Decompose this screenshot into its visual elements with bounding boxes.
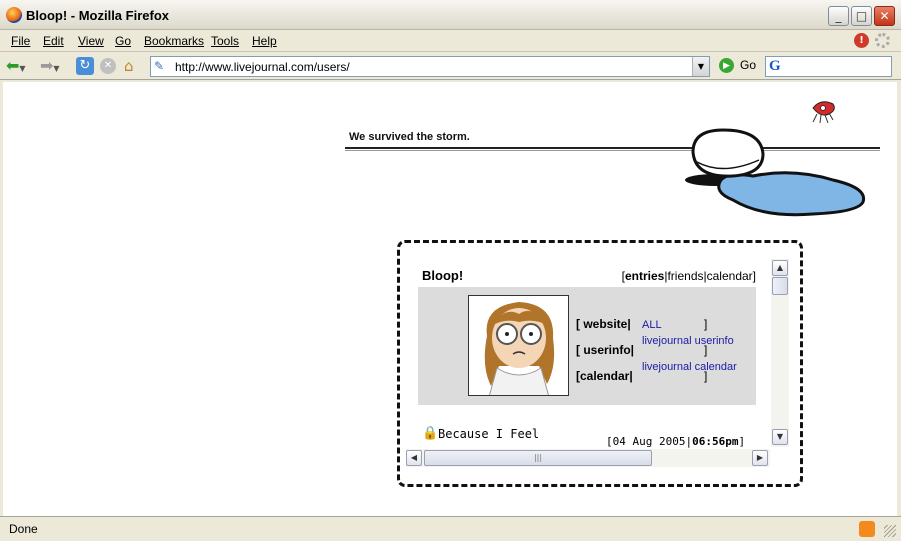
lock-icon: 🔒 bbox=[422, 426, 439, 441]
website-label: [ website| bbox=[576, 317, 631, 331]
userinfo-label: [ userinfo| bbox=[576, 343, 635, 357]
go-button[interactable]: ▶ Go bbox=[719, 58, 756, 74]
menu-view[interactable]: View bbox=[78, 34, 104, 48]
status-bar: Done bbox=[0, 516, 901, 541]
bracket-close: ] bbox=[704, 317, 708, 331]
window-border bbox=[897, 80, 901, 516]
menu-go[interactable]: Go bbox=[115, 34, 131, 48]
back-arrow-icon[interactable]: ⬅▼ bbox=[6, 57, 26, 75]
nav-bracket-close: ] bbox=[752, 269, 756, 283]
url-bar[interactable]: ✎ http://www.livejournal.com/users/ ▼ bbox=[150, 56, 710, 77]
stop-icon[interactable]: ✕ bbox=[100, 58, 116, 74]
maximize-button[interactable]: □ bbox=[851, 6, 872, 26]
bracket-close: ] bbox=[704, 369, 708, 383]
menu-tools[interactable]: Tools bbox=[211, 34, 239, 48]
puddle-illustration bbox=[685, 128, 866, 217]
minimize-button[interactable]: _ bbox=[828, 6, 849, 26]
window-title: Bloop! - Mozilla Firefox bbox=[26, 8, 169, 23]
profile-panel: [ website| ALL ] [ userinfo| livejournal… bbox=[418, 287, 756, 405]
firefox-icon bbox=[6, 7, 22, 23]
journal-nav: [entries|friends|calendar] bbox=[622, 269, 756, 283]
avatar-picture bbox=[469, 296, 568, 395]
horizontal-scrollbar[interactable]: ◀ ||| ▶ bbox=[406, 449, 770, 467]
calendar-link[interactable]: livejournal calendar bbox=[642, 361, 737, 374]
page-icon: ✎ bbox=[154, 59, 165, 73]
userinfo-link[interactable]: livejournal userinfo bbox=[642, 335, 734, 348]
website-link[interactable]: ALL bbox=[642, 319, 662, 332]
forward-arrow-icon[interactable]: ➡▼ bbox=[40, 57, 60, 75]
window-border bbox=[0, 80, 3, 516]
menu-bar: File Edit View Go Bookmarks Tools Help ! bbox=[0, 30, 901, 52]
go-label: Go bbox=[740, 58, 757, 72]
vertical-scrollbar[interactable]: ▲ ▼ bbox=[771, 259, 789, 447]
reload-icon[interactable]: ↻ bbox=[76, 57, 94, 75]
journal-frame: Bloop! [entries|friends|calendar] [webs… bbox=[397, 240, 803, 487]
close-button[interactable]: ✕ bbox=[874, 6, 895, 26]
bracket-close: ] bbox=[704, 343, 708, 357]
entry-time: 06:56pm bbox=[692, 435, 739, 448]
google-search-icon[interactable]: G bbox=[769, 58, 781, 75]
menu-file[interactable]: File bbox=[11, 34, 30, 48]
scroll-up-button[interactable]: ▲ bbox=[772, 260, 788, 276]
search-box[interactable]: G bbox=[765, 56, 892, 77]
entry-bracket-close: ] bbox=[738, 435, 746, 448]
resize-grip[interactable] bbox=[884, 525, 896, 537]
journal-title: Bloop! bbox=[422, 268, 464, 283]
horizontal-scroll-thumb[interactable]: ||| bbox=[424, 450, 652, 466]
url-text[interactable]: http://www.livejournal.com/users/ bbox=[175, 60, 350, 74]
entry-date-text: [04 Aug 2005| bbox=[606, 435, 693, 448]
user-avatar[interactable] bbox=[468, 295, 569, 396]
home-icon[interactable]: ⌂ bbox=[124, 57, 134, 75]
entry-title[interactable]: Because I Feel bbox=[438, 427, 539, 441]
navigation-toolbar: ⬅▼ ➡▼ ↻ ✕ ⌂ ✎ http://www.livejournal.com… bbox=[0, 52, 901, 80]
entry-date: [04 Aug 2005|06:56pm] bbox=[606, 435, 745, 448]
menu-edit[interactable]: Edit bbox=[43, 34, 64, 48]
nav-calendar-link[interactable]: calendar bbox=[707, 269, 753, 283]
menu-bookmarks[interactable]: Bookmarks bbox=[144, 34, 204, 48]
alert-icon[interactable]: ! bbox=[854, 33, 869, 48]
throbber-icon bbox=[875, 33, 890, 48]
journal-scroll-area: Bloop! [entries|friends|calendar] [webs… bbox=[414, 261, 768, 455]
scroll-right-button[interactable]: ▶ bbox=[752, 450, 768, 466]
go-arrow-icon: ▶ bbox=[719, 58, 734, 74]
calendar-label: [calendar| bbox=[576, 369, 633, 383]
title-bar: Bloop! - Mozilla Firefox _ □ ✕ bbox=[0, 0, 901, 30]
page-content: We survived the storm. Bloop! [entries|f… bbox=[3, 82, 897, 516]
rss-feed-icon[interactable] bbox=[859, 521, 875, 537]
menu-help[interactable]: Help bbox=[252, 34, 277, 48]
url-dropdown-button[interactable]: ▼ bbox=[692, 57, 709, 76]
scroll-down-button[interactable]: ▼ bbox=[772, 429, 788, 445]
scroll-left-button[interactable]: ◀ bbox=[406, 450, 422, 466]
nav-friends-link[interactable]: friends bbox=[667, 269, 703, 283]
nav-entries-link[interactable]: entries bbox=[625, 269, 664, 283]
vertical-scroll-thumb[interactable] bbox=[772, 277, 788, 295]
page-header-text: We survived the storm. bbox=[349, 131, 470, 143]
status-text: Done bbox=[9, 522, 38, 536]
